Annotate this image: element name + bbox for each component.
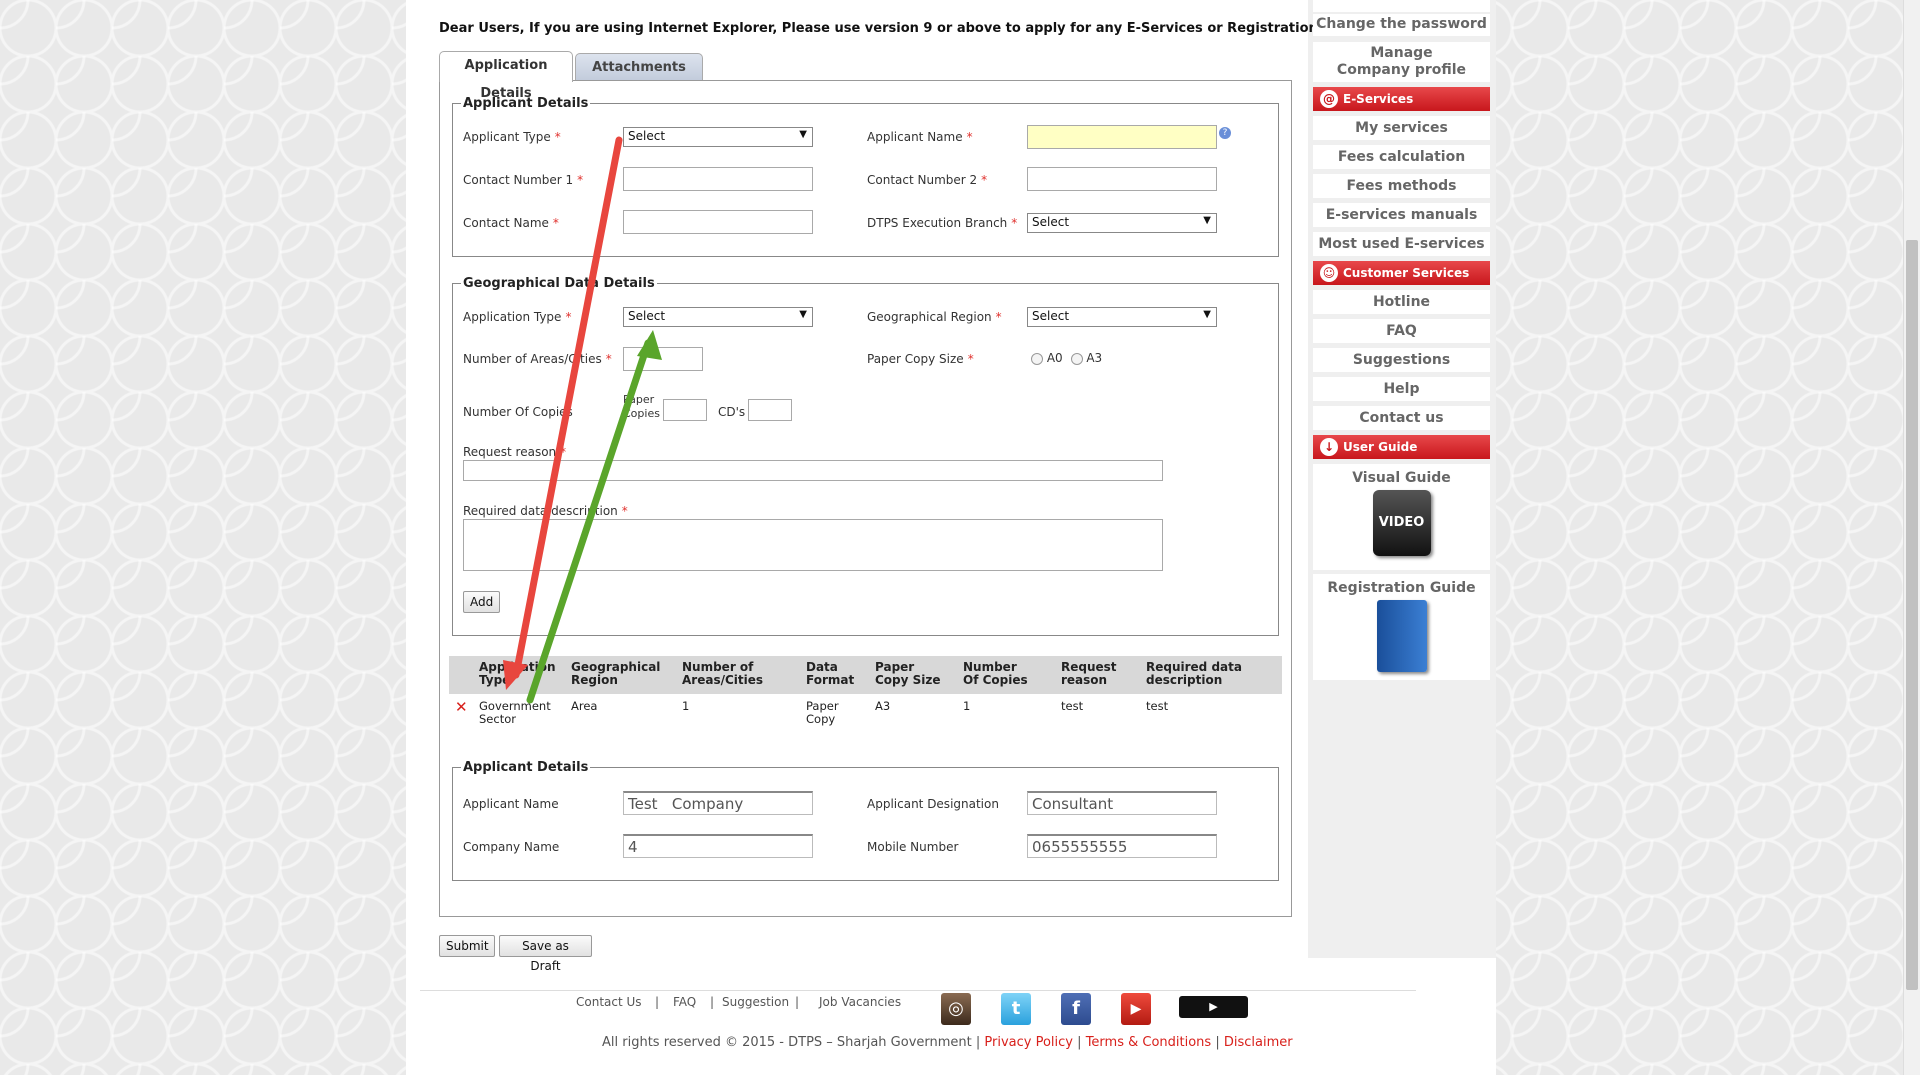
footer-link-contact[interactable]: Contact Us [576,995,642,1009]
eservices-header: @ E-Services [1313,87,1490,111]
sidebar-item-change-password[interactable]: Change the password [1313,14,1490,36]
customer-service-icon: ☺ [1320,264,1338,282]
visual-guide-label: Visual Guide [1352,470,1451,486]
facebook-icon[interactable]: f [1061,993,1091,1025]
registration-guide-label: Registration Guide [1327,580,1476,596]
footer-link-suggestion[interactable]: Suggestion [722,995,789,1009]
annotation-arrows [503,136,662,704]
green-arrowhead [637,330,662,360]
page-scrollbar[interactable] [1903,0,1920,1075]
sidebar-item-fees-methods[interactable]: Fees methods [1313,174,1490,198]
customer-services-header: ☺ Customer Services [1313,261,1490,285]
footer-link-jobs[interactable]: Job Vacancies [819,995,901,1009]
sidebar-item-most-used[interactable]: Most used E-services [1313,232,1490,256]
registration-guide-card[interactable]: Registration Guide [1313,574,1490,680]
tab-application-details[interactable]: Application Details [439,51,573,101]
footer-separator: | [710,995,715,1009]
terms-link[interactable]: Terms & Conditions [1086,1035,1212,1050]
footer-separator: | [655,995,660,1009]
copyright-line: All rights reserved © 2015 - DTPS – Shar… [602,1035,1293,1050]
footer-separator: | [795,995,800,1009]
youtube-icon[interactable]: ▶ [1121,993,1151,1025]
twitter-icon[interactable]: t [1001,993,1031,1025]
disclaimer-link[interactable]: Disclaimer [1224,1035,1293,1050]
video-icon: VIDEO [1372,490,1431,556]
sidebar-item-eservices-manuals[interactable]: E-services manuals [1313,203,1490,227]
sidebar-item-contact-us[interactable]: Contact us [1313,406,1490,430]
sidebar-item-help[interactable]: Help [1313,377,1490,401]
visual-guide-card[interactable]: Visual Guide VIDEO [1313,464,1490,570]
book-icon [1376,600,1427,672]
sidebar-item-manage-profile[interactable]: Manage Company profile [1313,42,1490,82]
red-arrowhead [503,660,528,690]
instagram-icon[interactable]: ◎ [941,993,971,1025]
footer-link-faq[interactable]: FAQ [673,995,696,1009]
sidebar-item-suggestions[interactable]: Suggestions [1313,348,1490,372]
user-guide-header: ↓ User Guide [1313,435,1490,459]
sidebar-item-faq[interactable]: FAQ [1313,319,1490,343]
sidebar-item-top[interactable] [1313,0,1490,12]
sidebar-item-hotline[interactable]: Hotline [1313,290,1490,314]
download-icon: ↓ [1320,438,1338,456]
privacy-policy-link[interactable]: Privacy Policy [984,1035,1073,1050]
at-icon: @ [1320,90,1338,108]
scrollbar-thumb[interactable] [1906,240,1918,990]
sidebar-item-my-services[interactable]: My services [1313,116,1490,140]
footer-divider [420,990,1416,991]
google-play-icon[interactable]: ▶ [1179,996,1248,1018]
sidebar-item-fees-calculation[interactable]: Fees calculation [1313,145,1490,169]
